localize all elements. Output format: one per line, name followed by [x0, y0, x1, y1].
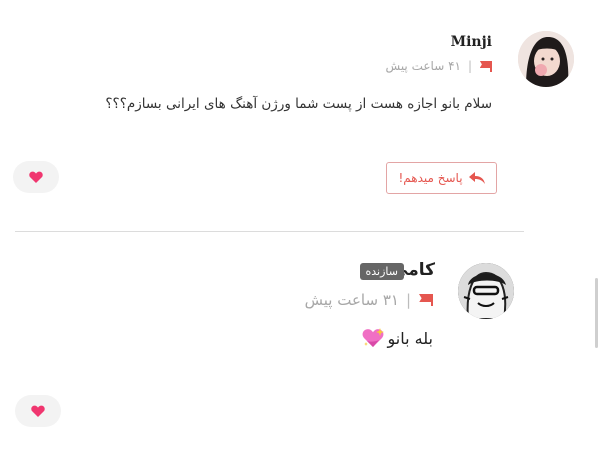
like-button[interactable]	[15, 395, 61, 427]
comment: Minji | ۴۱ ساعت پیش سلام بانو اجازه هست …	[0, 0, 599, 232]
flag-icon[interactable]	[418, 294, 433, 306]
reply-button[interactable]: پاسخ میدهم!	[386, 162, 497, 194]
username[interactable]: Minji	[451, 34, 492, 50]
sparkling-heart-icon	[362, 328, 384, 347]
comment-text-content: بله بانو	[387, 329, 433, 348]
reply-icon	[468, 172, 485, 184]
comment-text: بله بانو	[362, 328, 433, 348]
timestamp: ۳۱ ساعت پیش	[304, 291, 399, 309]
comment-meta: | ۳۱ ساعت پیش	[305, 291, 433, 309]
separator: |	[467, 59, 472, 73]
flag-icon[interactable]	[479, 60, 492, 72]
avatar-image	[458, 263, 514, 319]
scrollbar[interactable]	[595, 278, 598, 348]
timestamp: ۴۱ ساعت پیش	[385, 59, 461, 73]
separator: |	[405, 291, 411, 309]
creator-badge: سازنده	[359, 263, 404, 280]
heart-icon	[29, 171, 43, 183]
comment-text: سلام بانو اجازه هست از پست شما ورژن آهنگ…	[105, 96, 492, 112]
comment-meta: | ۴۱ ساعت پیش	[386, 59, 492, 73]
avatar-image	[518, 31, 574, 87]
reply-label: پاسخ میدهم!	[398, 171, 463, 185]
avatar[interactable]	[518, 31, 574, 87]
comment: کامی سازنده | ۳۱ ساعت پیش بله بانو	[0, 232, 599, 456]
like-button[interactable]	[13, 161, 59, 193]
avatar[interactable]	[458, 263, 514, 319]
heart-icon	[31, 405, 45, 417]
